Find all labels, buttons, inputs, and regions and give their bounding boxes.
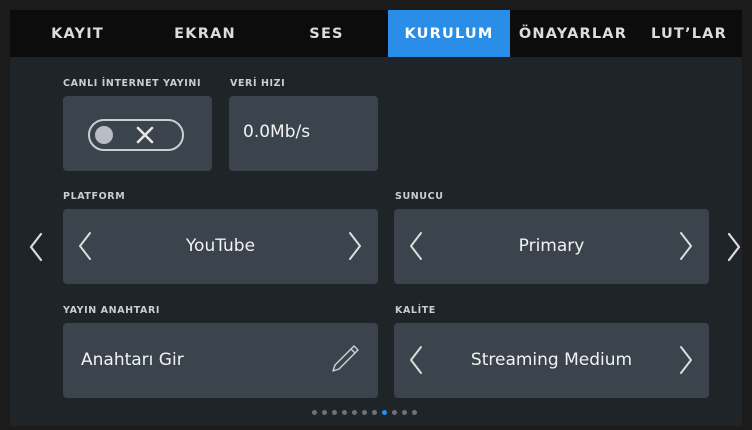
tab-ses[interactable]: SES	[265, 10, 388, 57]
server-selector: Primary	[394, 209, 709, 284]
next-page-icon[interactable]	[726, 232, 742, 262]
quality-next-icon[interactable]	[678, 345, 694, 375]
page-dot[interactable]	[352, 410, 357, 415]
quality-label: KALİTE	[395, 305, 436, 316]
page-indicator	[312, 410, 417, 415]
platform-value: YouTube	[185, 236, 256, 256]
server-next-icon[interactable]	[678, 231, 694, 261]
bitrate-card: 0.0Mb/s	[229, 96, 378, 171]
server-label: SUNUCU	[395, 191, 444, 202]
stream-key-label: YAYIN ANAHTARI	[63, 305, 161, 316]
stream-key-value: Anahtarı Gir	[81, 350, 184, 370]
tab-kurulum[interactable]: KURULUM	[388, 10, 510, 57]
tab-onayarlar[interactable]: ÖNAYARLAR	[510, 10, 636, 57]
stream-key-field[interactable]: Anahtarı Gir	[63, 323, 378, 398]
platform-label: PLATFORM	[63, 191, 126, 202]
tab-kayit[interactable]: KAYIT	[10, 10, 145, 57]
quality-selector: Streaming Medium	[394, 323, 709, 398]
tab-luts[interactable]: LUT’LAR	[636, 10, 742, 57]
platform-next-icon[interactable]	[347, 231, 363, 261]
pencil-icon[interactable]	[329, 343, 361, 375]
page-dot[interactable]	[402, 410, 407, 415]
tab-ekran[interactable]: EKRAN	[145, 10, 265, 57]
page-dot[interactable]	[362, 410, 367, 415]
page-dot[interactable]	[332, 410, 337, 415]
live-stream-label: CANLI İNTERNET YAYINI	[63, 78, 202, 89]
quality-value: Streaming Medium	[470, 350, 633, 370]
page-dot[interactable]	[322, 410, 327, 415]
platform-selector: YouTube	[63, 209, 378, 284]
page-dot[interactable]	[342, 410, 347, 415]
page-dot[interactable]	[312, 410, 317, 415]
server-value: Primary	[518, 236, 585, 256]
close-icon	[136, 126, 154, 144]
page-dot[interactable]	[382, 410, 387, 415]
bitrate-label: VERİ HIZI	[230, 78, 286, 89]
live-stream-toggle[interactable]	[88, 119, 184, 151]
settings-screen: KAYIT EKRAN SES KURULUM ÖNAYARLAR LUT’LA…	[10, 10, 742, 426]
page-dot[interactable]	[412, 410, 417, 415]
page-dot[interactable]	[372, 410, 377, 415]
tab-bar: KAYIT EKRAN SES KURULUM ÖNAYARLAR LUT’LA…	[10, 10, 742, 57]
prev-page-icon[interactable]	[28, 232, 44, 262]
page-dot[interactable]	[392, 410, 397, 415]
toggle-knob	[95, 126, 113, 144]
bitrate-value: 0.0Mb/s	[243, 122, 311, 142]
live-stream-card	[63, 96, 212, 171]
